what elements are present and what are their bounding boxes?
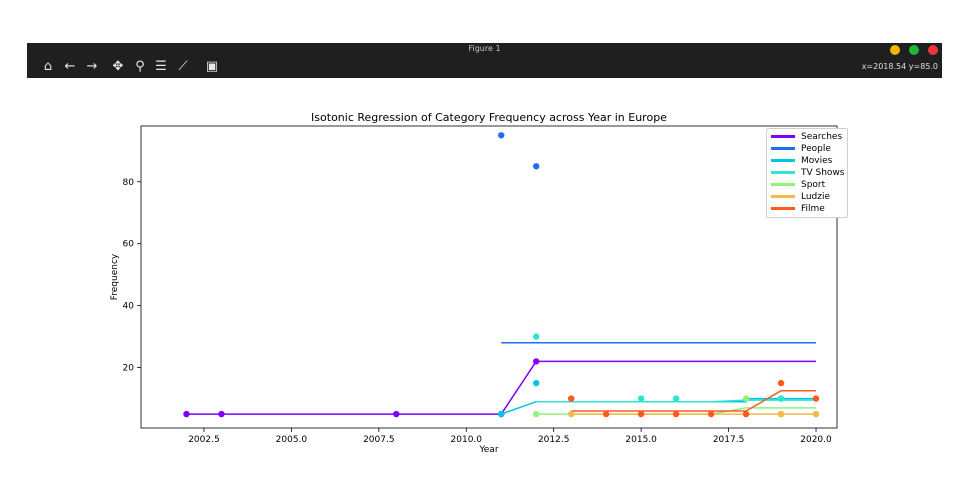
fit-line-searches: [186, 360, 816, 415]
legend-swatch: [771, 207, 795, 210]
legend: Searches People Movies TV Shows Sport Ludzie F…: [766, 128, 848, 218]
fit-line-movies: [500, 397, 816, 415]
data-point-filme: [812, 395, 820, 402]
data-point-searches: [218, 410, 225, 418]
legend-entry: TV Shows: [771, 167, 845, 179]
x-axis-label: Year: [478, 445, 498, 455]
legend-entry: Ludzie: [771, 191, 830, 203]
legend-swatch: [771, 171, 795, 174]
data-point-ludzie: [567, 410, 575, 418]
x-tick-label: 2010.0: [451, 435, 483, 445]
chart: Isotonic Regression of Category Frequenc…: [110, 111, 838, 455]
data-point-tv-shows: [533, 333, 540, 340]
data-point-ludzie: [812, 410, 820, 418]
legend-swatch: [771, 183, 795, 186]
data-point-filme: [637, 410, 645, 418]
data-point-movies: [533, 379, 540, 387]
data-point-searches: [533, 358, 540, 365]
legend-label: People: [801, 144, 831, 154]
data-point-people: [533, 163, 540, 170]
x-tick-label: 2002.5: [188, 435, 220, 445]
legend-label: Movies: [801, 156, 833, 166]
chart-title: Isotonic Regression of Category Frequenc…: [311, 111, 667, 124]
y-tick-label: 20: [123, 364, 135, 374]
legend-swatch: [771, 147, 795, 150]
data-point-searches: [183, 410, 190, 418]
data-point-searches: [393, 410, 400, 418]
x-tick-label: 2020.0: [800, 435, 832, 445]
data-point-tv-shows: [637, 395, 645, 402]
legend-entry: People: [771, 143, 831, 155]
data-point-filme: [567, 395, 575, 402]
data-point-sport: [742, 395, 750, 402]
data-point-people: [498, 132, 505, 139]
data-point-sport: [533, 410, 540, 418]
data-point-filme: [777, 379, 785, 387]
legend-entry: Movies: [771, 155, 832, 167]
y-tick-label: 40: [123, 302, 135, 312]
data-point-tv-shows: [672, 395, 680, 402]
legend-swatch: [771, 135, 795, 138]
x-tick-label: 2005.0: [276, 435, 308, 445]
data-point-filme: [742, 410, 750, 418]
y-tick-label: 80: [123, 178, 135, 188]
data-point-ludzie: [777, 410, 785, 418]
legend-label: Ludzie: [801, 192, 831, 202]
legend-entry: Sport: [771, 179, 825, 191]
legend-swatch: [771, 159, 795, 162]
data-point-filme: [707, 410, 715, 418]
legend-label: TV Shows: [801, 168, 845, 178]
y-tick-label: 60: [123, 240, 135, 250]
legend-label: Searches: [801, 132, 843, 142]
legend-swatch: [771, 195, 795, 198]
x-tick-label: 2007.5: [363, 435, 395, 445]
y-axis-label: Frequency: [110, 253, 120, 300]
legend-label: Sport: [801, 180, 826, 190]
data-point-movies: [498, 410, 505, 418]
legend-label: Filme: [801, 204, 825, 214]
plot-frame: [140, 125, 838, 429]
data-point-filme: [672, 410, 680, 418]
legend-entry: Searches: [771, 131, 842, 143]
x-tick-label: 2015.0: [625, 435, 657, 445]
x-tick-label: 2017.5: [713, 435, 745, 445]
data-point-tv-shows: [777, 395, 785, 402]
x-tick-label: 2012.5: [538, 435, 570, 445]
legend-entry: Filme: [771, 203, 825, 215]
data-point-filme: [602, 410, 610, 418]
